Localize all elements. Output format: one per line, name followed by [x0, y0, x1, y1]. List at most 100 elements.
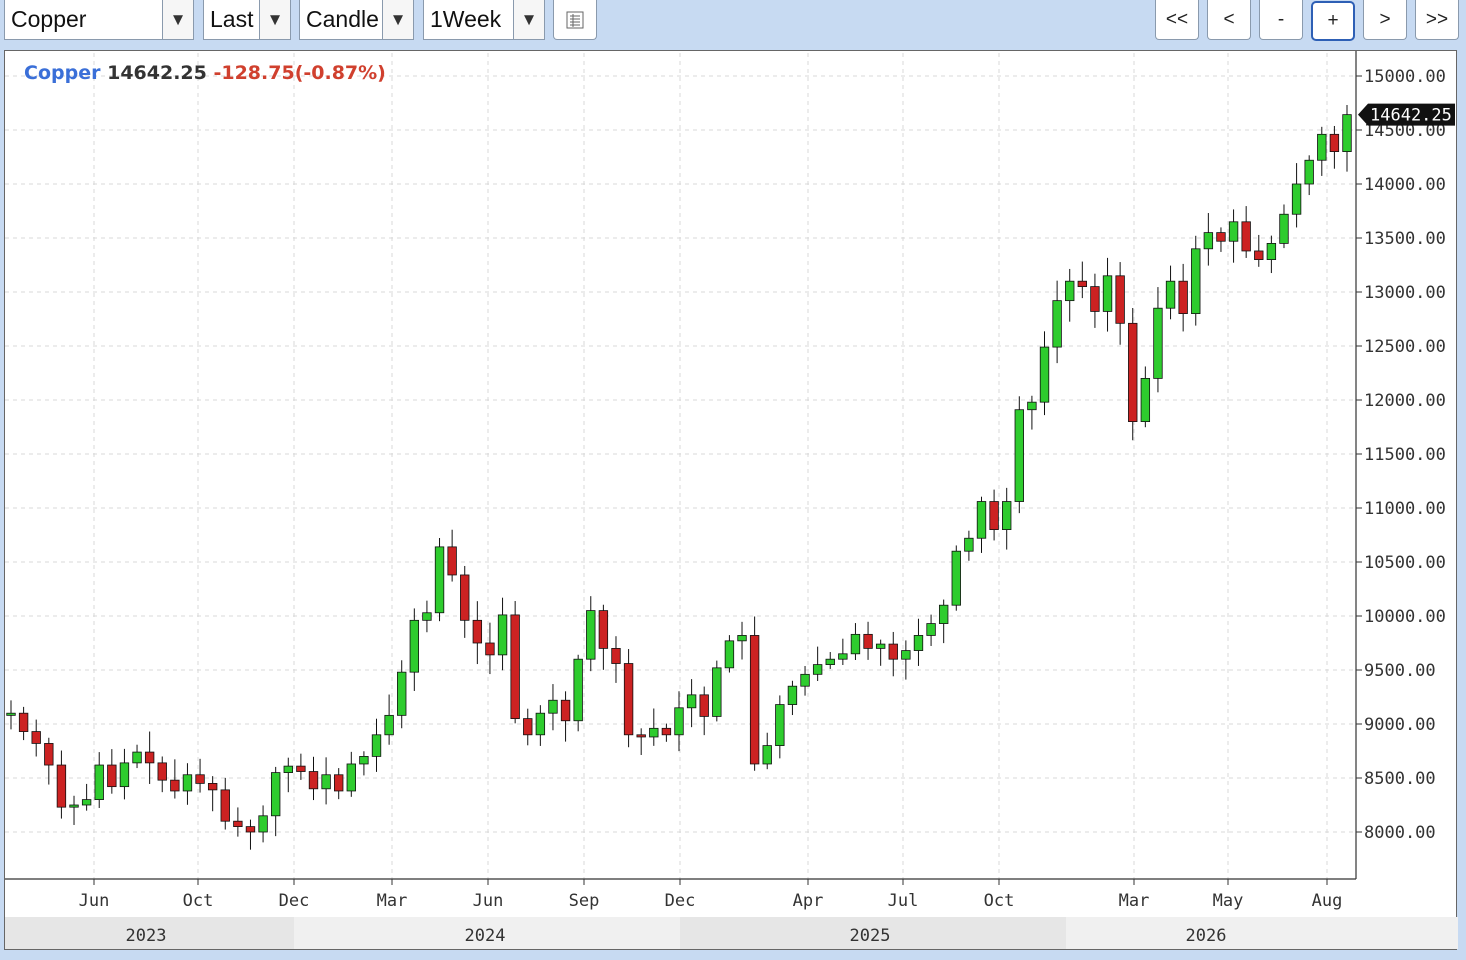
year-label: 2023	[126, 926, 167, 946]
candle-up	[434, 546, 445, 614]
chart-style-select[interactable]: Candle ▼	[299, 0, 414, 40]
candle-up	[964, 537, 974, 552]
candle-up	[951, 550, 961, 606]
y-tick-label: 11000.00	[1364, 499, 1446, 519]
symbol-select-value: Copper	[11, 6, 87, 32]
candle-down	[334, 774, 344, 792]
candle-up	[1027, 401, 1037, 411]
candle-down	[560, 699, 571, 722]
candle-up	[535, 712, 546, 736]
x-tick-label: Oct	[984, 891, 1015, 911]
candle-up	[825, 658, 835, 666]
last-price-label: 14642.25	[1370, 106, 1452, 126]
y-tick-label: 13000.00	[1364, 283, 1446, 303]
zoom-in-button[interactable]: +	[1311, 1, 1355, 41]
candle-up	[674, 707, 684, 736]
candle-down	[447, 546, 457, 576]
x-tick-label: Jul	[888, 891, 919, 911]
chart-style-value: Candle	[306, 6, 379, 32]
candle-up	[258, 815, 268, 833]
x-tick-label: Oct	[183, 891, 214, 911]
candle-up	[1317, 133, 1327, 161]
candle-up	[359, 756, 369, 765]
x-tick-label: Jun	[473, 891, 504, 911]
y-tick-label: 9500.00	[1364, 661, 1436, 681]
candle-up	[686, 694, 697, 709]
y-tick-label: 11500.00	[1364, 445, 1446, 465]
x-tick-label: Aug	[1312, 891, 1343, 911]
candle-up	[371, 734, 382, 757]
y-tick-label: 10000.00	[1364, 607, 1446, 627]
symbol-select[interactable]: Copper ▼	[4, 0, 194, 40]
chevron-down-icon[interactable]: ▼	[162, 0, 193, 39]
candle-up	[800, 673, 810, 687]
y-tick-label: 8000.00	[1364, 823, 1436, 843]
x-tick-label: Dec	[665, 891, 696, 911]
candle-up	[724, 640, 735, 669]
chevron-down-icon[interactable]: ▼	[513, 0, 544, 39]
candle-up	[397, 671, 407, 716]
legend-last-price: 14642.25	[107, 62, 207, 84]
chart-legend: Copper 14642.25 -128.75(-0.87%)	[24, 62, 386, 84]
scroll-prev-button[interactable]: <	[1207, 0, 1251, 40]
candle-down	[31, 731, 41, 744]
list-icon	[566, 11, 584, 28]
chart-area[interactable]: 15000.00 14500.00 14000.00 13500.00 13000.00…	[4, 50, 1458, 951]
candle-up	[321, 774, 331, 790]
y-tick-label: 14000.00	[1364, 175, 1446, 195]
candle-down	[1090, 286, 1100, 312]
chevron-down-icon[interactable]: ▼	[259, 0, 290, 39]
candle-up	[1102, 275, 1113, 312]
candle-up	[1279, 213, 1289, 244]
price-chart[interactable]: 15000.0014500.0014000.0013500.0013000.00…	[5, 51, 1458, 951]
interval-value: 1Week	[430, 6, 502, 32]
candle-up	[94, 764, 104, 800]
candle-up	[901, 650, 911, 660]
candle-up	[132, 751, 142, 764]
zoom-out-button[interactable]: -	[1259, 0, 1303, 40]
candle-down	[699, 694, 709, 717]
interval-select[interactable]: 1Week ▼	[423, 0, 545, 40]
x-tick-label: Jun	[79, 891, 110, 911]
chart-toolbar: Copper ▼ Last ▼ Candle ▼ 1Week ▼ << < - …	[0, 0, 1466, 48]
candle-down	[1329, 133, 1340, 153]
chevron-down-icon[interactable]: ▼	[382, 0, 413, 39]
candle-up	[182, 774, 193, 792]
year-label: 2025	[850, 926, 891, 946]
candle-down	[472, 619, 483, 644]
candle-down	[107, 764, 117, 788]
candle-up	[1014, 409, 1024, 502]
candle-up	[838, 653, 848, 660]
candle-up	[926, 623, 936, 636]
x-tick-label: Sep	[569, 891, 600, 911]
scroll-last-button[interactable]: >>	[1415, 0, 1459, 40]
candle-up	[1342, 114, 1352, 153]
price-field-select[interactable]: Last ▼	[203, 0, 291, 40]
candle-up	[762, 745, 772, 765]
candle-down	[296, 765, 306, 772]
indicator-list-button[interactable]	[553, 0, 597, 40]
candle-up	[1304, 159, 1314, 185]
candle-up	[283, 765, 293, 773]
year-label: 2026	[1186, 926, 1227, 946]
y-tick-label: 13500.00	[1364, 229, 1446, 249]
candle-down	[989, 501, 999, 530]
scroll-first-button[interactable]: <<	[1155, 0, 1199, 40]
candle-down	[233, 820, 243, 828]
candle-up	[1191, 248, 1201, 315]
candle-down	[1241, 221, 1251, 252]
candle-up	[1203, 232, 1214, 250]
candle-down	[44, 743, 54, 766]
candle-down	[510, 614, 520, 719]
candle-up	[6, 712, 16, 716]
legend-change: -128.75(-0.87%)	[213, 62, 386, 84]
candle-up	[938, 604, 949, 624]
candle-up	[737, 635, 747, 642]
candle-up	[712, 667, 722, 717]
scroll-next-button[interactable]: >	[1363, 0, 1407, 40]
year-band	[1066, 917, 1458, 949]
candle-down	[1115, 275, 1125, 324]
x-tick-label: Mar	[377, 891, 408, 911]
candle-up	[1052, 300, 1062, 348]
candle-up	[913, 635, 924, 651]
